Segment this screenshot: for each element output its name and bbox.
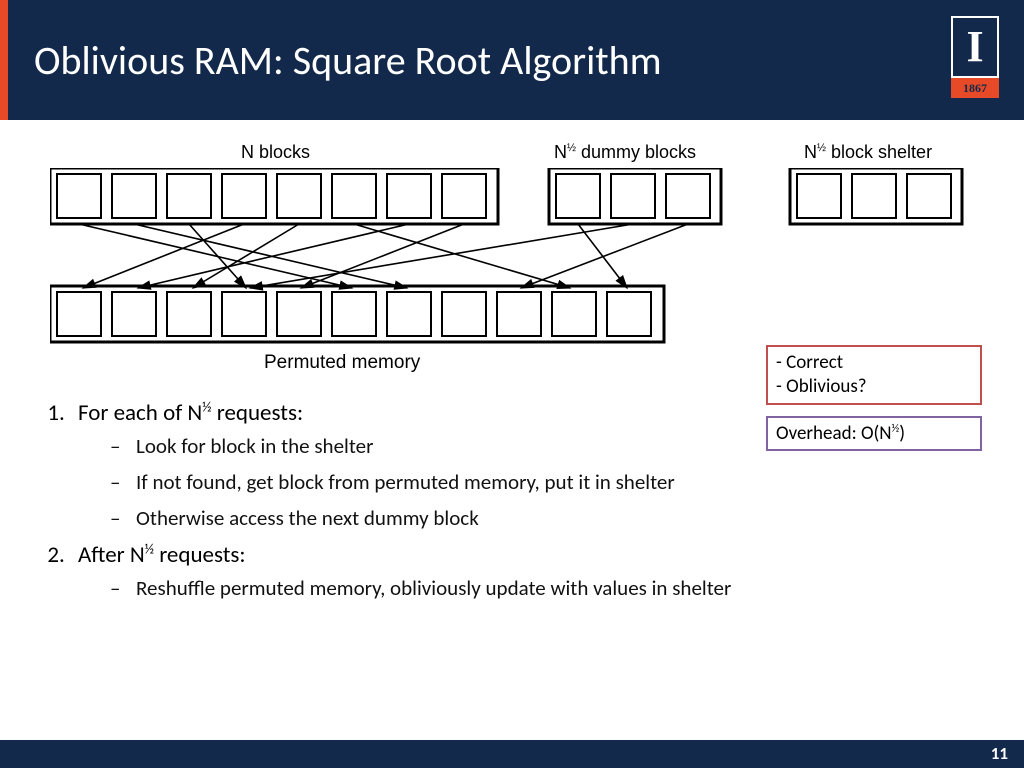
step-1-text: For each of N½ requests: [78,399,303,427]
label-dummy-blocks: N½ dummy blocks [554,142,696,163]
algorithm-steps: For each of N½ requests: Look for block … [28,398,974,611]
logo-letter: I [966,25,983,69]
step-2: After N½ requests: Reshuffle permuted me… [70,541,974,602]
page-number: 11 [991,743,1008,764]
step-1a: Look for block in the shelter [110,433,974,459]
step-2-text: After N½ requests: [78,541,246,569]
slide-footer: 11 [0,740,1024,768]
box1-line1: - Correct [776,351,972,375]
memory-diagram [50,168,970,348]
university-logo: I 1867 [948,16,1002,106]
accent-bar [0,0,8,120]
correctness-box: - Correct - Oblivious? [766,345,982,405]
label-shelter: N½ block shelter [804,142,932,163]
slide-header: Oblivious RAM: Square Root Algorithm I 1… [0,0,1024,120]
logo-block-i: I [951,16,999,78]
logo-year: 1867 [951,78,999,98]
label-n-blocks: N blocks [241,142,310,163]
step-1b: If not found, get block from permuted me… [110,469,974,495]
box1-line2: - Oblivious? [776,375,972,399]
label-permuted: Permuted memory [264,352,420,374]
step-1c: Otherwise access the next dummy block [110,505,974,531]
step-2a: Reshuffle permuted memory, obliviously u… [110,575,974,601]
step-1: For each of N½ requests: Look for block … [70,398,974,531]
slide-title: Oblivious RAM: Square Root Algorithm [34,36,662,85]
